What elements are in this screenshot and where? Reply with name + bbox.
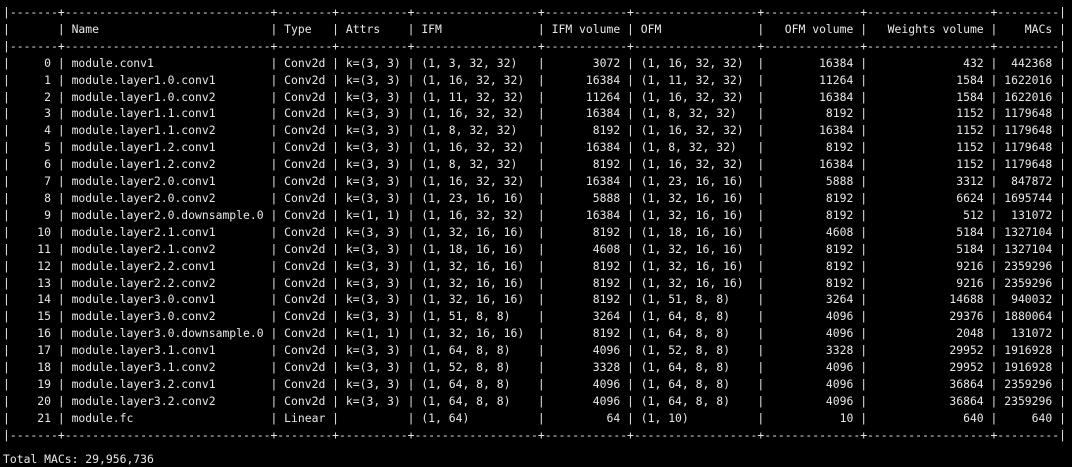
table-row: | 15 | module.layer3.0.conv2 | Conv2d | … [3,309,1066,324]
table-row: | 7 | module.layer2.0.conv1 | Conv2d | k… [3,174,1066,189]
table-row: | 9 | module.layer2.0.downsample.0 | Con… [3,207,1066,222]
mac-summary-table: |-------+------------------------------+… [3,4,1072,444]
table-row: | 18 | module.layer3.1.conv2 | Conv2d | … [3,360,1066,375]
table-row: | 20 | module.layer3.2.conv2 | Conv2d | … [3,393,1066,408]
table-row: | 3 | module.layer1.1.conv1 | Conv2d | k… [3,106,1066,121]
table-row: | 0 | module.conv1 | Conv2d | k=(3, 3) |… [3,55,1066,70]
table-row: | 6 | module.layer1.2.conv2 | Conv2d | k… [3,157,1066,172]
table-row: | 5 | module.layer1.2.conv1 | Conv2d | k… [3,140,1066,155]
table-row: | 17 | module.layer3.1.conv1 | Conv2d | … [3,343,1066,358]
table-header-row: | | Name | Type | Attrs | IFM | IFM volu… [3,21,1066,36]
table-row: | 16 | module.layer3.0.downsample.0 | Co… [3,326,1066,341]
table-row: | 1 | module.layer1.0.conv1 | Conv2d | k… [3,72,1066,87]
table-bottom-border: |-------+------------------------------+… [3,427,1066,442]
total-macs-line: Total MACs: 29,956,736 [3,451,154,466]
table-row: | 2 | module.layer1.0.conv2 | Conv2d | k… [3,89,1066,104]
table-row: | 21 | module.fc | Linear | | (1, 64) | … [3,410,1066,425]
table-row: | 19 | module.layer3.2.conv1 | Conv2d | … [3,376,1066,391]
table-row: | 13 | module.layer2.2.conv2 | Conv2d | … [3,275,1066,290]
table-row: | 12 | module.layer2.2.conv1 | Conv2d | … [3,258,1066,273]
table-top-border: |-------+------------------------------+… [3,5,1066,19]
table-row: | 10 | module.layer2.1.conv1 | Conv2d | … [3,224,1066,239]
table-row: | 4 | module.layer1.1.conv2 | Conv2d | k… [3,123,1066,138]
table-row: | 8 | module.layer2.0.conv2 | Conv2d | k… [3,190,1066,205]
terminal-window[interactable]: |-------+------------------------------+… [0,0,1072,466]
table-row: | 11 | module.layer2.1.conv2 | Conv2d | … [3,241,1066,256]
table-row: | 14 | module.layer3.0.conv1 | Conv2d | … [3,292,1066,307]
table-header-separator: |-------+------------------------------+… [3,38,1066,53]
